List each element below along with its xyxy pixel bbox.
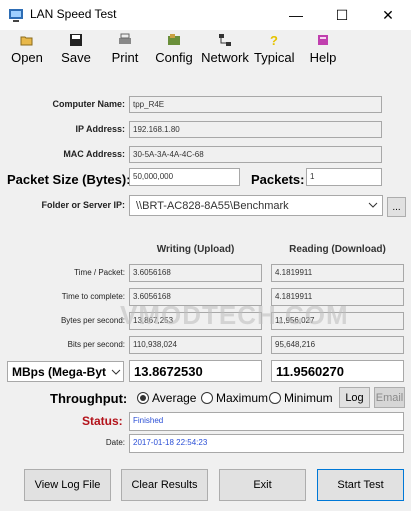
reading-header: Reading (Download) — [289, 244, 386, 255]
app-icon — [9, 9, 23, 22]
bytes-per-second-label: Bytes per second: — [60, 316, 125, 325]
save-disk-icon — [70, 34, 82, 46]
open-folder-icon — [20, 36, 33, 46]
printer-icon — [119, 33, 131, 44]
config-label: Config — [155, 50, 193, 65]
computer-name-field: tpp_R4E — [129, 96, 382, 113]
svg-text:?: ? — [270, 33, 278, 47]
big-write-value: 13.8672530 — [129, 360, 262, 382]
folder-value: \\BRT-AC828-8A55\Benchmark — [136, 200, 289, 212]
ip-address-label: IP Address: — [75, 124, 125, 134]
minimum-label: Minimum — [284, 391, 333, 405]
unit-chevron-down-icon — [111, 369, 121, 375]
question-icon: ? — [270, 33, 278, 47]
average-label: Average — [152, 391, 197, 405]
help-label: Help — [309, 50, 337, 65]
time-per-packet-label: Time / Packet: — [74, 268, 125, 277]
log-button[interactable]: Log — [339, 387, 370, 408]
maximize-button[interactable]: ☐ — [319, 0, 365, 30]
print-label: Print — [111, 50, 139, 65]
maximum-radio[interactable] — [201, 392, 213, 404]
chevron-down-icon — [368, 202, 378, 208]
date-label: Date: — [105, 438, 125, 447]
computer-name-label: Computer Name: — [52, 99, 125, 109]
clear-results-button[interactable]: Clear Results — [121, 469, 208, 501]
config-icon — [168, 34, 180, 45]
bits-per-second-label: Bits per second: — [67, 340, 125, 349]
email-button[interactable]: Email — [374, 387, 405, 408]
open-label: Open — [11, 50, 43, 65]
save-button[interactable]: Save — [58, 33, 94, 67]
bits-per-second-read: 95,648,216 — [271, 336, 404, 354]
typical-label: Typical — [254, 50, 295, 65]
open-button[interactable]: Open — [8, 33, 46, 67]
status-label: Status: — [82, 414, 123, 428]
average-radio[interactable] — [137, 392, 149, 404]
config-button[interactable]: Config — [153, 33, 195, 67]
packets-label: Packets: — [251, 172, 305, 187]
ip-address-field: 192.168.1.80 — [129, 121, 382, 138]
time-to-complete-label: Time to complete: — [61, 292, 125, 301]
packet-size-input[interactable]: 50,000,000 — [129, 168, 240, 186]
typical-button[interactable]: ? Typical — [254, 33, 294, 67]
network-button[interactable]: Network — [200, 33, 250, 67]
close-button[interactable]: ✕ — [365, 0, 411, 30]
mac-address-field: 30-5A-3A-4A-4C-68 — [129, 146, 382, 163]
folder-select[interactable]: \\BRT-AC828-8A55\Benchmark — [129, 195, 383, 216]
browse-button[interactable]: ... — [387, 197, 406, 217]
minimum-radio[interactable] — [269, 392, 281, 404]
packet-size-label: Packet Size (Bytes): — [7, 172, 131, 187]
maximum-label: Maximum — [216, 391, 269, 405]
status-field: Finished — [129, 412, 404, 431]
time-per-packet-write: 3.6056168 — [129, 264, 262, 282]
big-read-value: 11.9560270 — [271, 360, 404, 382]
save-label: Save — [61, 50, 91, 65]
date-field: 2017-01-18 22:54:23 — [129, 434, 404, 453]
folder-label: Folder or Server IP: — [41, 200, 125, 210]
time-per-packet-read: 4.1819911 — [271, 264, 404, 282]
view-log-button[interactable]: View Log File — [24, 469, 111, 501]
unit-select-value: MBps (Mega-Byt — [12, 365, 107, 379]
packets-input[interactable]: 1 — [306, 168, 382, 186]
network-label: Network — [201, 50, 249, 65]
start-test-button[interactable]: Start Test — [317, 469, 404, 501]
exit-button[interactable]: Exit — [219, 469, 306, 501]
print-button[interactable]: Print — [107, 33, 143, 67]
help-button[interactable]: Help — [306, 33, 340, 67]
mac-address-label: MAC Address: — [63, 149, 125, 159]
watermark-text: VMODTECH.COM — [120, 300, 349, 330]
window-title: LAN Speed Test — [30, 7, 117, 21]
writing-header: Writing (Upload) — [156, 244, 235, 255]
throughput-label: Throughput: — [50, 391, 128, 406]
minimize-button[interactable]: — — [273, 0, 319, 30]
bits-per-second-write: 110,938,024 — [129, 336, 262, 354]
network-icon — [219, 34, 231, 46]
help-book-icon — [318, 35, 328, 45]
unit-select[interactable]: MBps (Mega-Byt — [7, 361, 124, 382]
